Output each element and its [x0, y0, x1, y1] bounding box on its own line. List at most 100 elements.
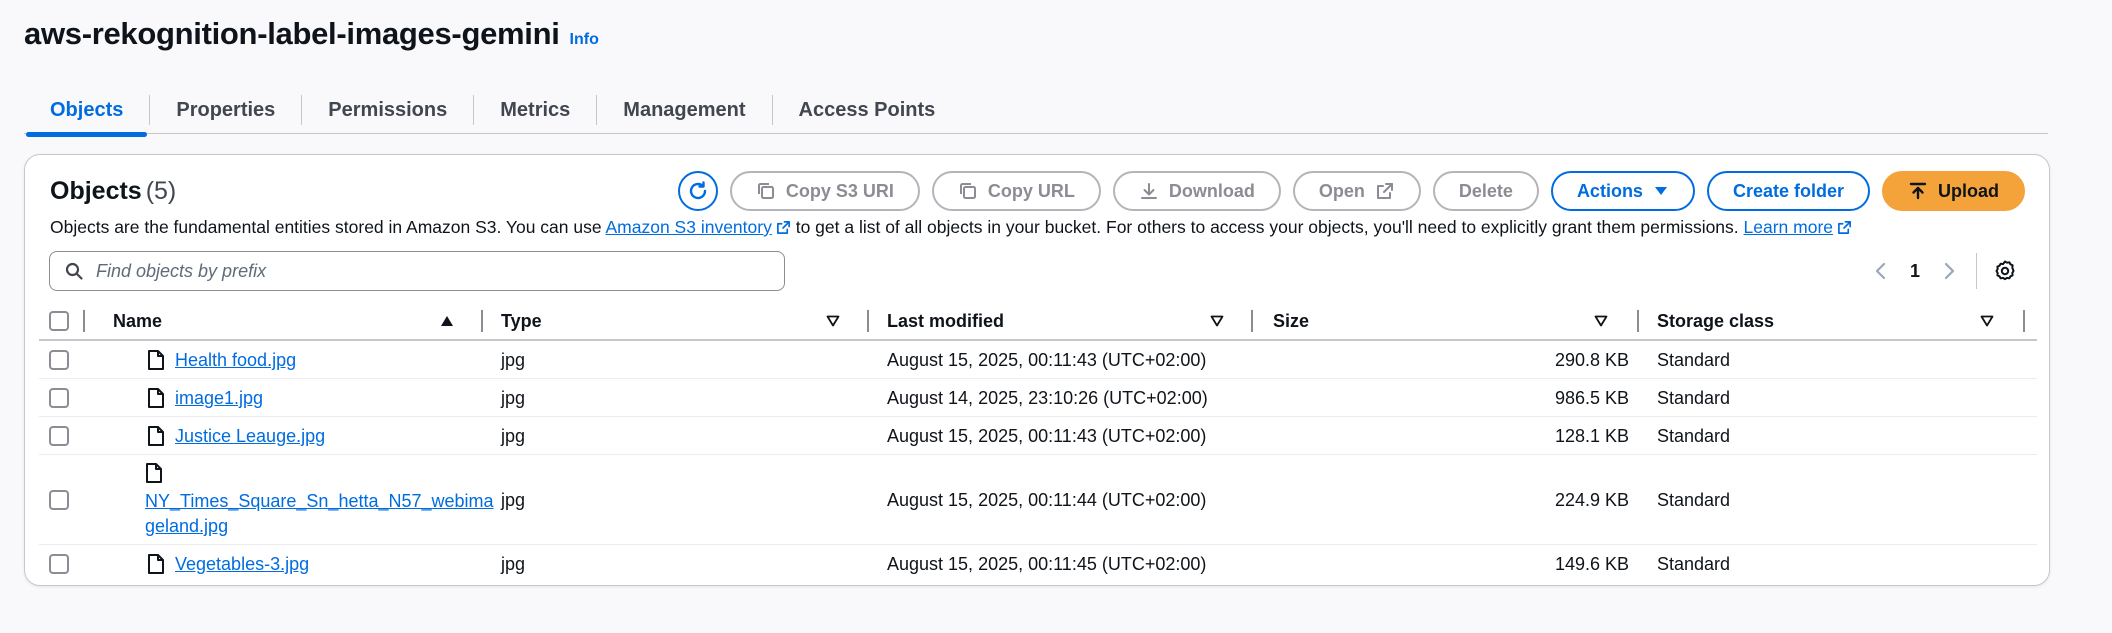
column-last-modified-label[interactable]: Last modified [887, 311, 1004, 332]
table-settings-button[interactable] [1989, 255, 2021, 287]
create-folder-button[interactable]: Create folder [1706, 171, 1870, 211]
upload-icon [1909, 182, 1927, 200]
object-last-modified: August 15, 2025, 00:11:45 (UTC+02:00) [887, 554, 1207, 574]
open-button[interactable]: Open [1292, 171, 1421, 211]
column-divider [481, 310, 483, 332]
object-name-link[interactable]: Health food.jpg [175, 350, 296, 371]
object-size: 128.1 KB [1554, 426, 1629, 446]
download-label: Download [1168, 180, 1255, 201]
sort-icon [826, 315, 840, 327]
learn-more-link-label: Learn more [1743, 217, 1834, 237]
tab-management[interactable]: Management [597, 86, 771, 134]
column-divider [2023, 310, 2025, 332]
table-row[interactable]: Justice Leauge.jpg jpg August 15, 2025, … [39, 417, 2037, 455]
object-storage-class: Standard [1657, 554, 1731, 574]
object-size: 290.8 KB [1554, 350, 1629, 370]
file-icon [148, 350, 164, 370]
external-link-icon [776, 221, 790, 234]
column-header-size: Size [1273, 303, 1309, 339]
column-header-type: Type [501, 303, 542, 339]
column-name-label[interactable]: Name [113, 311, 162, 332]
row-checkbox[interactable] [49, 426, 69, 446]
refresh-icon [689, 181, 707, 200]
column-type-label[interactable]: Type [501, 311, 542, 332]
object-name-link[interactable]: NY_Times_Square_Sn_hetta_N57_webima gelan… [145, 489, 494, 539]
info-link[interactable]: Info [570, 31, 599, 49]
sort-storage-class-button[interactable] [1977, 311, 1997, 331]
copy-icon [959, 183, 976, 199]
object-name-link[interactable]: image1.jpg [175, 388, 263, 409]
object-size: 224.9 KB [1554, 490, 1629, 510]
object-size: 149.6 KB [1554, 554, 1629, 574]
refresh-button[interactable] [677, 171, 718, 211]
object-name-line: NY_Times_Square_Sn_hetta_N57_webima [145, 491, 494, 511]
column-divider [867, 310, 869, 332]
sort-icon [1210, 315, 1224, 327]
previous-page-button[interactable] [1864, 255, 1898, 287]
tab-access-points[interactable]: Access Points [773, 86, 962, 134]
sort-icon [1594, 315, 1608, 327]
s3-inventory-link[interactable]: Amazon S3 inventory [606, 217, 791, 237]
page-title: aws-rekognition-label-images-gemini [24, 16, 560, 51]
pagination: 1 [1864, 253, 2021, 289]
external-link-icon [1838, 221, 1851, 234]
file-icon [148, 426, 164, 446]
object-name-link[interactable]: Vegetables-3.jpg [175, 554, 309, 575]
objects-toolbar: Copy S3 URI Copy URL Download Open Delet… [677, 171, 2025, 211]
delete-button[interactable]: Delete [1432, 171, 1539, 211]
sort-last-modified-button[interactable] [1207, 311, 1227, 331]
page-number[interactable]: 1 [1898, 261, 1932, 282]
tab-metrics[interactable]: Metrics [474, 86, 596, 134]
table-row[interactable]: NY_Times_Square_Sn_hetta_N57_webima gelan… [39, 455, 2037, 545]
copy-url-button[interactable]: Copy URL [931, 171, 1101, 211]
actions-label: Actions [1576, 180, 1643, 201]
objects-panel: Objects (5) Copy S3 URI Copy URL Download [24, 154, 2050, 586]
tab-objects[interactable]: Objects [24, 86, 149, 137]
row-checkbox[interactable] [49, 350, 69, 370]
table-header: Name Type Last modified Size Storage cla… [39, 303, 2037, 341]
actions-dropdown[interactable]: Actions [1550, 171, 1695, 211]
objects-table: Name Type Last modified Size Storage cla… [39, 303, 2037, 583]
table-row[interactable]: image1.jpg jpg August 14, 2025, 23:10:26… [39, 379, 2037, 417]
object-name-link[interactable]: Justice Leauge.jpg [175, 426, 325, 447]
bucket-tabs: Objects Properties Permissions Metrics M… [24, 86, 2048, 137]
column-storage-class-label[interactable]: Storage class [1657, 311, 1774, 332]
row-checkbox[interactable] [49, 490, 69, 510]
sort-icon [1980, 315, 1994, 327]
object-type: jpg [501, 388, 526, 408]
table-row[interactable]: Vegetables-3.jpg jpg August 15, 2025, 00… [39, 545, 2037, 583]
object-type: jpg [501, 426, 526, 446]
caret-down-icon [1654, 187, 1667, 195]
column-header-name: Name [113, 303, 162, 339]
file-icon [148, 554, 164, 574]
tab-properties[interactable]: Properties [150, 86, 301, 134]
sort-size-button[interactable] [1591, 311, 1611, 331]
pagination-divider [1976, 253, 1977, 289]
row-checkbox[interactable] [49, 388, 69, 408]
select-all-checkbox[interactable] [49, 311, 69, 331]
copy-s3-uri-label: Copy S3 URI [785, 180, 894, 201]
objects-title: Objects [50, 177, 142, 205]
object-size: 986.5 KB [1554, 388, 1629, 408]
gear-icon [1995, 260, 2015, 281]
download-button[interactable]: Download [1112, 171, 1281, 211]
sort-type-button[interactable] [823, 311, 843, 331]
next-page-button[interactable] [1932, 255, 1966, 287]
sort-ascending-button[interactable] [437, 311, 457, 331]
chevron-right-icon [1944, 262, 1955, 280]
copy-s3-uri-button[interactable]: Copy S3 URI [729, 171, 920, 211]
object-storage-class: Standard [1657, 426, 1731, 446]
upload-button[interactable]: Upload [1882, 171, 2025, 211]
table-row[interactable]: Health food.jpg jpg August 15, 2025, 00:… [39, 341, 2037, 379]
search-field[interactable] [49, 251, 785, 291]
search-input[interactable] [96, 260, 736, 282]
object-last-modified: August 15, 2025, 00:11:43 (UTC+02:00) [887, 426, 1207, 446]
learn-more-link[interactable]: Learn more [1744, 217, 1853, 237]
row-checkbox[interactable] [49, 554, 69, 574]
column-size-label[interactable]: Size [1273, 311, 1309, 332]
column-divider [1251, 310, 1253, 332]
column-header-storage-class: Storage class [1657, 303, 1774, 339]
open-label: Open [1318, 180, 1365, 201]
object-storage-class: Standard [1657, 350, 1731, 370]
tab-permissions[interactable]: Permissions [302, 86, 473, 134]
